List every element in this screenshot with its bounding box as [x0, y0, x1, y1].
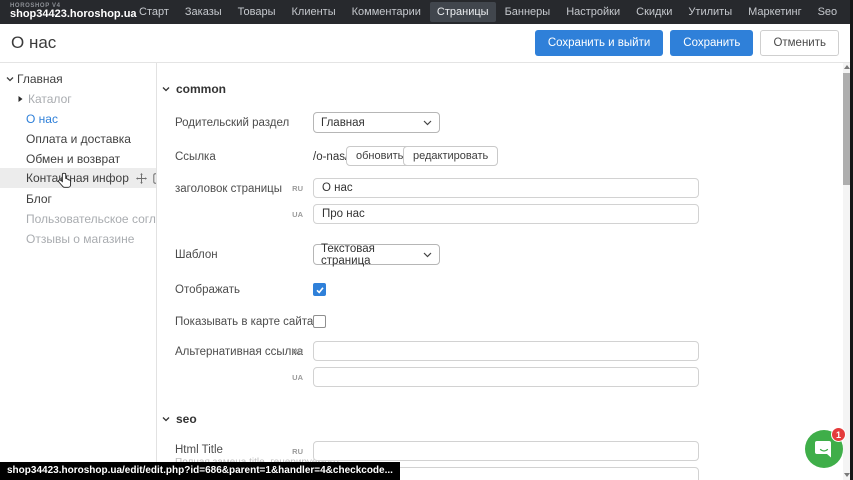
parent-section-label: Родительский раздел: [175, 117, 289, 129]
topbar-menu-banners[interactable]: Баннеры: [498, 2, 558, 22]
tree-item-store-reviews[interactable]: Отзывы о магазине: [0, 230, 156, 247]
chevron-right-icon[interactable]: [16, 94, 25, 103]
chevron-down-icon: [162, 415, 170, 423]
pages-tree: Главная Каталог О нас Оплата и доставка …: [0, 63, 156, 480]
section-seo-label: seo: [176, 412, 197, 426]
template-value: Текстовая страница: [321, 243, 423, 267]
lang-ru-badge: RU: [289, 184, 303, 193]
alt-link-label: Альтернативная ссылка: [175, 346, 303, 358]
tree-item-contact-info[interactable]: Контактная инфор: [0, 168, 156, 188]
tree-item-label: Обмен и возврат: [26, 152, 120, 166]
save-and-exit-button[interactable]: Сохранить и выйти: [535, 30, 663, 56]
topbar-menu-comments[interactable]: Комментарии: [345, 2, 428, 22]
tree-item-home[interactable]: Главная: [0, 70, 156, 87]
topbar-menu-start[interactable]: Старт: [132, 2, 176, 22]
lang-ua-badge: UA: [289, 210, 303, 219]
logo-domain-label: shop34423.horoshop.ua: [10, 9, 128, 21]
scrollbar-thumb[interactable]: [843, 73, 850, 185]
tree-item-label: Оплата и доставка: [26, 132, 131, 146]
scroll-up-icon[interactable]: [843, 63, 850, 71]
chat-unread-badge: 1: [831, 427, 846, 442]
tree-item-label: Блог: [26, 192, 52, 206]
html-title-label: Html Title: [175, 444, 223, 456]
page-header: О нас Сохранить и выйти Сохранить Отмени…: [0, 24, 853, 63]
template-label: Шаблон: [175, 249, 218, 261]
parent-section-select[interactable]: Главная: [313, 112, 440, 133]
topbar-menu-products[interactable]: Товары: [231, 2, 283, 22]
tree-item-blog[interactable]: Блог: [0, 190, 156, 207]
section-common-label: common: [176, 82, 226, 96]
display-label: Отображать: [175, 284, 240, 296]
tree-item-label: Контактная инфор: [26, 171, 129, 185]
topbar-menu-discounts[interactable]: Скидки: [629, 2, 679, 22]
link-status-url: shop34423.horoshop.ua/edit/edit.php?id=6…: [0, 462, 400, 480]
template-select[interactable]: Текстовая страница: [313, 244, 440, 265]
admin-page: HOROSHOP V4 shop34423.horoshop.ua Старт …: [0, 0, 853, 480]
parent-section-value: Главная: [321, 117, 365, 129]
topbar: HOROSHOP V4 shop34423.horoshop.ua Старт …: [0, 0, 853, 24]
section-seo[interactable]: seo: [162, 412, 197, 426]
topbar-menu-orders[interactable]: Заказы: [178, 2, 229, 22]
tree-item-label: Главная: [17, 72, 63, 86]
topbar-menu-pages[interactable]: Страницы: [430, 2, 496, 22]
tree-item-label: Каталог: [28, 92, 72, 106]
topbar-menu-marketing[interactable]: Маркетинг: [741, 2, 808, 22]
page-title-ua-input[interactable]: [313, 204, 699, 224]
tree-item-user-agreement[interactable]: Пользовательское соглашение: [0, 210, 156, 227]
cancel-button[interactable]: Отменить: [760, 30, 839, 56]
chat-bubble-icon: [814, 440, 834, 458]
topbar-menu-utilities[interactable]: Утилиты: [681, 2, 739, 22]
lang-ru-badge: RU: [289, 347, 303, 356]
topbar-menu-seo[interactable]: Seo: [811, 2, 845, 22]
tree-item-label: Отзывы о магазине: [26, 232, 134, 246]
display-checkbox[interactable]: [313, 283, 326, 296]
alt-link-ru-input[interactable]: [313, 341, 699, 361]
page-title-field-label: заголовок страницы: [175, 183, 282, 195]
topbar-menu-clients[interactable]: Клиенты: [285, 2, 343, 22]
tree-item-exchange-return[interactable]: Обмен и возврат: [0, 150, 156, 167]
alt-link-ua-input[interactable]: [313, 367, 699, 387]
page-title: О нас: [11, 33, 56, 53]
tree-item-label: О нас: [26, 112, 58, 126]
tree-item-payment-delivery[interactable]: Оплата и доставка: [0, 130, 156, 147]
link-label: Ссылка: [175, 151, 216, 163]
tree-item-catalog[interactable]: Каталог: [0, 90, 156, 107]
topbar-menu: Старт Заказы Товары Клиенты Комментарии …: [132, 2, 853, 22]
header-buttons: Сохранить и выйти Сохранить Отменить: [535, 30, 839, 56]
page-title-ru-input[interactable]: [313, 178, 699, 198]
tree-item-about-us[interactable]: О нас: [0, 110, 156, 127]
chevron-down-icon: [162, 85, 170, 93]
chevron-down-icon: [423, 252, 432, 258]
sitemap-label: Показывать в карте сайта: [175, 316, 313, 328]
page-edit-form: common Родительский раздел Главная Ссылк…: [157, 63, 843, 480]
logo[interactable]: HOROSHOP V4 shop34423.horoshop.ua: [10, 3, 128, 21]
html-title-ru-input[interactable]: [313, 441, 699, 461]
lang-ua-badge: UA: [289, 373, 303, 382]
scroll-down-icon[interactable]: [843, 471, 850, 479]
check-icon: [315, 285, 325, 295]
vertical-scrollbar[interactable]: [843, 63, 850, 480]
section-common[interactable]: common: [162, 82, 226, 96]
sitemap-checkbox[interactable]: [313, 315, 326, 328]
chevron-down-icon[interactable]: [5, 74, 14, 83]
lang-ru-badge: RU: [289, 447, 303, 456]
save-button[interactable]: Сохранить: [670, 30, 753, 56]
link-edit-button[interactable]: редактировать: [403, 146, 498, 166]
topbar-menu-settings[interactable]: Настройки: [559, 2, 627, 22]
link-value: /o-nas/: [313, 151, 348, 163]
move-icon[interactable]: [136, 173, 147, 184]
chat-widget-button[interactable]: 1: [805, 430, 843, 468]
chevron-down-icon: [423, 120, 432, 126]
